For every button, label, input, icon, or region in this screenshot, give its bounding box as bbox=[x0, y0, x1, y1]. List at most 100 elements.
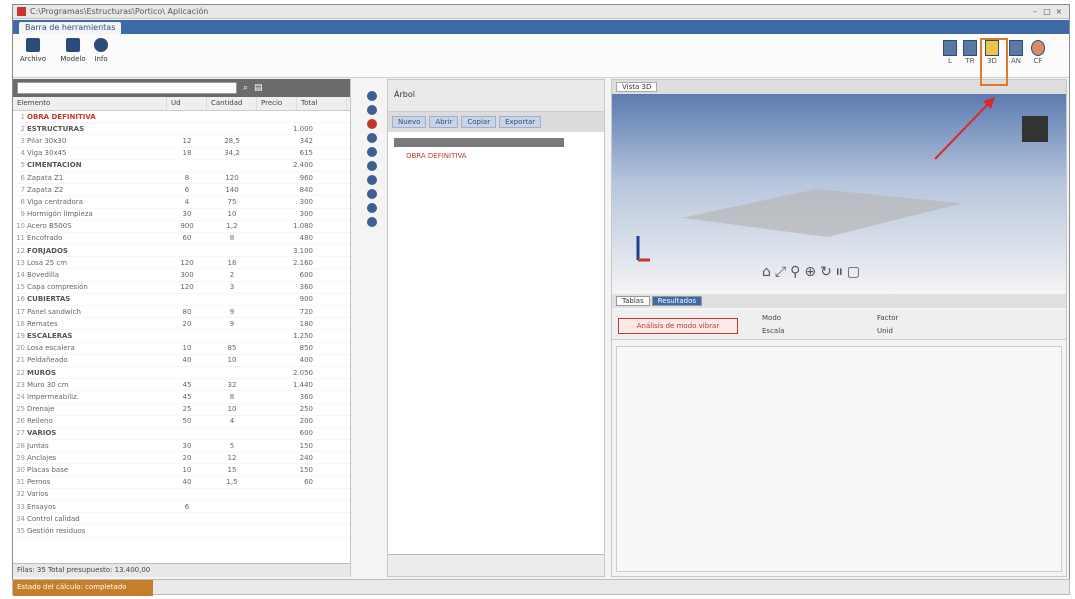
model-plane bbox=[682, 189, 962, 237]
unit-label: Unid bbox=[877, 327, 893, 335]
table-row[interactable]: 16 CUBIERTAS 900 bbox=[13, 294, 350, 306]
table-cell: 35 bbox=[16, 526, 25, 535]
table-cell: 21 bbox=[16, 356, 25, 365]
close-button[interactable]: × bbox=[1053, 7, 1065, 16]
tree-node[interactable]: OBRA DEFINITIVA bbox=[406, 152, 598, 160]
ribbon-tab-main[interactable]: Barra de herramientas bbox=[19, 22, 122, 34]
table-row[interactable]: 27 VARIOS 600 bbox=[13, 428, 350, 441]
table-row[interactable]: 11 Encofrado 60 8 480 bbox=[13, 233, 350, 246]
analysis-button[interactable]: Análisis de modo vibrar bbox=[618, 318, 738, 334]
table-cell: 1,2 bbox=[226, 222, 238, 231]
table-cell: 13 bbox=[16, 258, 25, 267]
table-row[interactable]: 6 Zapata Z1 8 120 960 bbox=[13, 172, 350, 185]
table-row[interactable]: 13 Losa 25 cm 120 18 2.160 bbox=[13, 257, 350, 270]
minimize-button[interactable]: – bbox=[1029, 7, 1041, 16]
results-area[interactable] bbox=[616, 346, 1062, 572]
filter-icon[interactable]: ▤ bbox=[254, 83, 263, 93]
maximize-button[interactable]: □ bbox=[1041, 7, 1053, 16]
table-cell: 18 bbox=[227, 258, 237, 267]
table-row[interactable]: 30 Placas base 10 15 150 bbox=[13, 464, 350, 477]
tree-button-new[interactable]: Nuevo bbox=[392, 116, 427, 128]
table-row[interactable]: 9 Hormigón limpieza 30 10 300 bbox=[13, 209, 350, 221]
tool-icon[interactable] bbox=[367, 161, 377, 171]
table-cell: 25 bbox=[182, 405, 192, 414]
table-row[interactable]: 21 Peldañeado 40 10 400 bbox=[13, 355, 350, 367]
table-row[interactable]: 4 Viga 30x45 18 34,2 615 bbox=[13, 148, 350, 160]
window-title: C:\Programas\Estructuras\Portico\ Aplica… bbox=[30, 7, 209, 16]
tree-button-export[interactable]: Exportar bbox=[499, 116, 542, 128]
ribbon-button-config[interactable]: CF bbox=[1027, 40, 1049, 66]
table-cell: Pernos bbox=[27, 478, 51, 487]
table-row[interactable]: 24 Impermeabiliz. 45 8 360 bbox=[13, 391, 350, 404]
column-header[interactable]: Elemento bbox=[13, 97, 167, 110]
ribbon-button-table[interactable]: TR bbox=[959, 40, 981, 66]
table-row[interactable]: 23 Muro 30 cm 45 32 1.440 bbox=[13, 379, 350, 392]
table-cell: 15 bbox=[16, 283, 25, 292]
status-button[interactable]: Estado del cálculo: completado bbox=[13, 580, 153, 596]
table-row[interactable]: 32 Varios bbox=[13, 489, 350, 501]
table-row[interactable]: 29 Anclajes 20 12 240 bbox=[13, 452, 350, 465]
table-row[interactable]: 35 Gestión residuos bbox=[13, 525, 350, 538]
table-cell: 10 bbox=[182, 344, 192, 353]
table-row[interactable]: 5 CIMENTACIÓN 2.400 bbox=[13, 160, 350, 172]
tab-tables[interactable]: Tablas bbox=[616, 296, 650, 306]
table-row[interactable]: 28 Juntas 30 5 150 bbox=[13, 440, 350, 453]
table-cell: 40 bbox=[182, 478, 192, 487]
table-cell: 1.080 bbox=[292, 222, 313, 231]
table-row[interactable]: 34 Control calidad bbox=[13, 513, 350, 526]
table-row[interactable]: 20 Losa escalera 10 85 850 bbox=[13, 343, 350, 355]
column-header[interactable]: Precio bbox=[257, 97, 297, 110]
search-icon[interactable]: ⌕ bbox=[243, 83, 248, 93]
ribbon-button-info[interactable]: Info bbox=[85, 38, 117, 64]
table-row[interactable]: 33 Ensayos 6 bbox=[13, 501, 350, 514]
table-cell: 300 bbox=[299, 197, 313, 206]
table-row[interactable]: 10 Acero B500S 900 1,2 1.080 bbox=[13, 221, 350, 233]
ribbon-button-annotate[interactable]: AN bbox=[1005, 40, 1027, 66]
tool-icon[interactable] bbox=[367, 175, 377, 185]
table-row[interactable]: 8 Viga centradora 4 75 300 bbox=[13, 196, 350, 209]
tool-icon[interactable] bbox=[367, 189, 377, 199]
table-row[interactable]: 25 Drenaje 25 10 250 bbox=[13, 404, 350, 416]
tool-icon[interactable] bbox=[367, 119, 377, 129]
table-cell: 10 bbox=[227, 356, 237, 365]
tab-3d-view[interactable]: Vista 3D bbox=[616, 82, 658, 92]
tree-button-open[interactable]: Abrir bbox=[429, 116, 459, 128]
ribbon-button-layout[interactable]: L bbox=[939, 40, 961, 66]
tree-button-copy[interactable]: Copiar bbox=[461, 116, 497, 128]
table-row[interactable]: 14 Bovedilla 300 2 600 bbox=[13, 269, 350, 282]
table-cell: 14 bbox=[16, 271, 25, 280]
tool-icon[interactable] bbox=[367, 105, 377, 115]
table-cell: ESCALERAS bbox=[27, 331, 73, 340]
tool-icon[interactable] bbox=[367, 91, 377, 101]
column-header[interactable]: Total bbox=[297, 97, 347, 110]
tree-panel-title: Árbol bbox=[394, 90, 415, 99]
tool-icon[interactable] bbox=[367, 133, 377, 143]
view-cube-icon[interactable] bbox=[1022, 116, 1048, 142]
column-header[interactable]: Cantidad bbox=[207, 97, 257, 110]
table-row[interactable]: 31 Pernos 40 1,5 60 bbox=[13, 477, 350, 489]
table-row[interactable]: 3 Pilar 30x30 12 28,5 342 bbox=[13, 135, 350, 148]
tool-icon[interactable] bbox=[367, 147, 377, 157]
table-row[interactable]: 7 Zapata Z2 6 140 840 bbox=[13, 184, 350, 197]
viewport-toolbar[interactable]: ⌂⤢⚲⊕↻⏸▢ bbox=[762, 264, 864, 280]
table-row[interactable]: 19 ESCALERAS 1.250 bbox=[13, 330, 350, 343]
table-row[interactable]: 22 MUROS 2.050 bbox=[13, 367, 350, 380]
search-input[interactable] bbox=[17, 82, 237, 94]
table-row[interactable]: 2 ESTRUCTURAS 1.000 bbox=[13, 123, 350, 136]
table-row[interactable]: 15 Capa compresión 120 3 360 bbox=[13, 282, 350, 294]
tab-results[interactable]: Resultados bbox=[651, 296, 703, 306]
tool-icon[interactable] bbox=[367, 217, 377, 227]
table-cell: 17 bbox=[16, 307, 25, 316]
column-header[interactable]: Ud bbox=[167, 97, 207, 110]
table-row[interactable]: 26 Relleno 50 4 200 bbox=[13, 416, 350, 428]
table-row[interactable]: 12 FORJADOS 3.100 bbox=[13, 245, 350, 258]
table-cell: FORJADOS bbox=[27, 246, 68, 255]
table-row[interactable]: 1 OBRA DEFINITIVA bbox=[13, 111, 350, 124]
table-row[interactable]: 17 Panel sandwich 80 9 720 bbox=[13, 306, 350, 319]
ribbon-button-file[interactable]: Archivo bbox=[17, 38, 49, 64]
tree-panel: Árbol Nuevo Abrir Copiar Exportar OBRA D… bbox=[387, 79, 605, 577]
table-row[interactable]: 18 Remates 20 9 180 bbox=[13, 318, 350, 331]
tool-icon[interactable] bbox=[367, 203, 377, 213]
table-cell: Acero B500S bbox=[27, 222, 72, 231]
table-cell: 23 bbox=[16, 380, 25, 389]
